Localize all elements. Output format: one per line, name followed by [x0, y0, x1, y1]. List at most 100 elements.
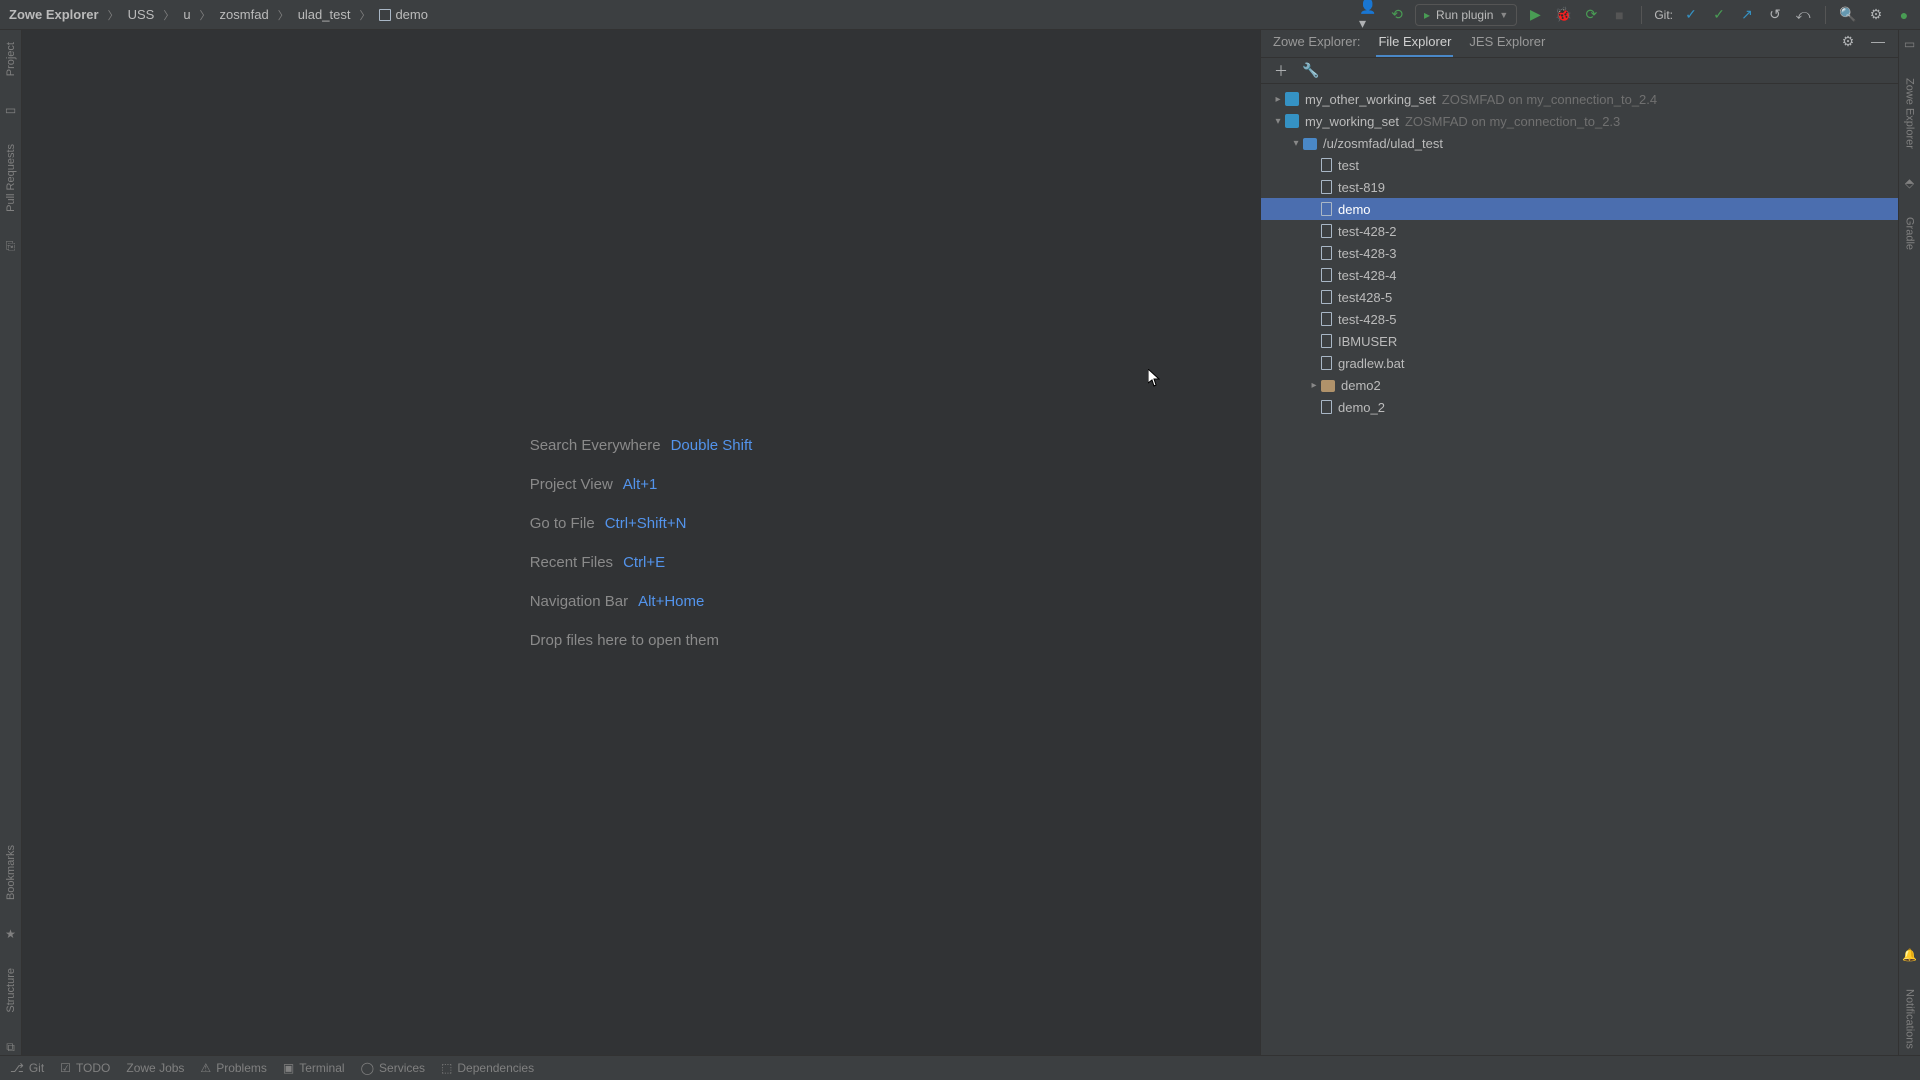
wrench-icon[interactable]: 🔧 — [1301, 61, 1321, 81]
hint-search-everywhere: Search Everywhere Double Shift — [530, 437, 753, 454]
file-icon — [1321, 400, 1332, 414]
git-push-icon[interactable]: ↗ — [1737, 5, 1757, 25]
sync-icon[interactable]: ⟲ — [1387, 5, 1407, 25]
tree-file[interactable]: demo_2 — [1261, 396, 1898, 418]
panel-hide-icon[interactable]: — — [1868, 31, 1888, 51]
git-history-icon[interactable]: ↺ — [1765, 5, 1785, 25]
add-button[interactable]: ＋ — [1271, 61, 1291, 81]
file-tree[interactable]: ▸ my_other_working_set ZOSMFAD on my_con… — [1261, 84, 1898, 1055]
tab-zowe-explorer[interactable]: Zowe Explorer — [1271, 28, 1362, 57]
tree-file[interactable]: test-428-4 — [1261, 264, 1898, 286]
gradle-tool-tab[interactable]: Gradle — [1904, 211, 1916, 256]
collapse-icon[interactable]: ▾ — [1289, 138, 1303, 149]
file-icon — [1321, 290, 1332, 304]
settings-icon[interactable]: ⚙ — [1866, 5, 1886, 25]
explorer-toolbar: ＋ 🔧 — [1261, 58, 1898, 84]
tab-jes-explorer[interactable]: JES Explorer — [1467, 28, 1547, 57]
file-icon — [1321, 334, 1332, 348]
file-icon — [1321, 268, 1332, 282]
chevron-right-icon: 〉 — [200, 7, 211, 23]
tree-file[interactable]: test-428-2 — [1261, 220, 1898, 242]
folder-icon — [1303, 138, 1317, 150]
tree-label: gradlew.bat — [1338, 356, 1405, 371]
breadcrumb-item[interactable]: u — [180, 5, 193, 24]
user-add-icon[interactable]: 👤▾ — [1359, 5, 1379, 25]
expand-icon[interactable]: ▸ — [1271, 94, 1285, 105]
breadcrumb-root[interactable]: Zowe Explorer — [6, 5, 102, 24]
avatar-icon[interactable]: ● — [1894, 5, 1914, 25]
working-set-icon — [1285, 114, 1299, 128]
tree-working-set[interactable]: ▾ my_working_set ZOSMFAD on my_connectio… — [1261, 110, 1898, 132]
panel-settings-icon[interactable]: ⚙ — [1838, 31, 1858, 51]
breadcrumb: Zowe Explorer 〉 USS 〉 u 〉 zosmfad 〉 ulad… — [6, 5, 1359, 24]
tree-label: test-428-4 — [1338, 268, 1397, 283]
coverage-button[interactable]: ⟳ — [1581, 5, 1601, 25]
breadcrumb-item[interactable]: demo — [376, 5, 431, 24]
run-config-dropdown[interactable]: ▸ Run plugin ▼ — [1415, 4, 1517, 26]
expand-icon[interactable]: ▸ — [1307, 380, 1321, 391]
project-tool-tab[interactable]: Project — [5, 36, 17, 82]
tree-folder[interactable]: ▸ demo2 — [1261, 374, 1898, 396]
bookmarks-tool-tab[interactable]: Bookmarks — [5, 839, 17, 906]
tree-file[interactable]: gradlew.bat — [1261, 352, 1898, 374]
git-label: Git: — [1654, 8, 1673, 22]
git-tool-button[interactable]: ⎇ Git — [10, 1061, 44, 1075]
tree-label: test-428-3 — [1338, 246, 1397, 261]
tab-file-explorer[interactable]: File Explorer — [1376, 28, 1453, 57]
tree-label: test428-5 — [1338, 290, 1392, 305]
todo-tool-button[interactable]: ☑ TODO — [60, 1061, 110, 1075]
zowe-explorer-tool-tab[interactable]: Zowe Explorer — [1904, 72, 1916, 155]
services-tool-button[interactable]: ◯ Services — [361, 1061, 425, 1075]
file-icon — [1321, 202, 1332, 216]
gradle-icon[interactable]: ⬘ — [1902, 175, 1918, 191]
working-set-icon — [1285, 92, 1299, 106]
explorer-panel: Zowe Explorer File Explorer JES Explorer… — [1260, 30, 1898, 1055]
zowe-explorer-icon[interactable]: ▭ — [1902, 36, 1918, 52]
bookmark-icon[interactable]: ★ — [3, 926, 19, 942]
left-tool-gutter: Project ▭ Pull Requests ⎘ Bookmarks ★ St… — [0, 30, 22, 1055]
collapse-icon[interactable]: ▾ — [1271, 116, 1285, 127]
tree-label: test-428-2 — [1338, 224, 1397, 239]
hint-recent-files: Recent Files Ctrl+E — [530, 554, 753, 571]
chevron-right-icon: 〉 — [163, 7, 174, 23]
terminal-tool-button[interactable]: ▣ Terminal — [283, 1061, 345, 1075]
notifications-tool-tab[interactable]: Notifications — [1904, 983, 1916, 1055]
pull-request-icon[interactable]: ⎘ — [3, 238, 19, 254]
tree-file[interactable]: IBMUSER — [1261, 330, 1898, 352]
debug-button[interactable]: 🐞 — [1553, 5, 1573, 25]
tree-file[interactable]: test-428-5 — [1261, 308, 1898, 330]
notifications-icon[interactable]: 🔔 — [1902, 947, 1918, 963]
file-icon — [1321, 224, 1332, 238]
git-commit-icon[interactable]: ✓ — [1709, 5, 1729, 25]
tree-file[interactable]: test428-5 — [1261, 286, 1898, 308]
services-icon: ◯ — [361, 1061, 374, 1075]
tree-folder[interactable]: ▾ /u/zosmfad/ulad_test — [1261, 132, 1898, 154]
breadcrumb-item[interactable]: zosmfad — [217, 5, 272, 24]
todo-icon: ☑ — [60, 1061, 71, 1075]
run-button[interactable]: ▶ — [1525, 5, 1545, 25]
structure-icon[interactable]: ⧉ — [3, 1039, 19, 1055]
breadcrumb-item[interactable]: ulad_test — [295, 5, 354, 24]
tree-label: my_other_working_set — [1305, 92, 1436, 107]
breadcrumb-item[interactable]: USS — [125, 5, 158, 24]
tree-label: /u/zosmfad/ulad_test — [1323, 136, 1443, 151]
chevron-right-icon: 〉 — [278, 7, 289, 23]
zowe-jobs-tool-button[interactable]: Zowe Jobs — [126, 1061, 184, 1075]
tree-file[interactable]: test — [1261, 154, 1898, 176]
tree-file[interactable]: demo — [1261, 198, 1898, 220]
tree-file[interactable]: test-428-3 — [1261, 242, 1898, 264]
dependencies-tool-button[interactable]: ⬚ Dependencies — [441, 1061, 534, 1075]
pull-requests-tool-tab[interactable]: Pull Requests — [5, 138, 17, 218]
search-icon[interactable]: 🔍 — [1838, 5, 1858, 25]
structure-tool-tab[interactable]: Structure — [5, 962, 17, 1019]
file-icon — [1321, 246, 1332, 260]
project-icon[interactable]: ▭ — [3, 102, 19, 118]
git-rollback-icon[interactable]: ⤺ — [1793, 5, 1813, 25]
right-tool-gutter: ▭ Zowe Explorer ⬘ Gradle 🔔 Notifications — [1898, 30, 1920, 1055]
problems-tool-button[interactable]: ⚠ Problems — [200, 1061, 266, 1075]
stop-button[interactable]: ■ — [1609, 5, 1629, 25]
tree-label-info: ZOSMFAD on my_connection_to_2.4 — [1442, 92, 1657, 107]
tree-working-set[interactable]: ▸ my_other_working_set ZOSMFAD on my_con… — [1261, 88, 1898, 110]
git-update-icon[interactable]: ✓ — [1681, 5, 1701, 25]
tree-file[interactable]: test-819 — [1261, 176, 1898, 198]
